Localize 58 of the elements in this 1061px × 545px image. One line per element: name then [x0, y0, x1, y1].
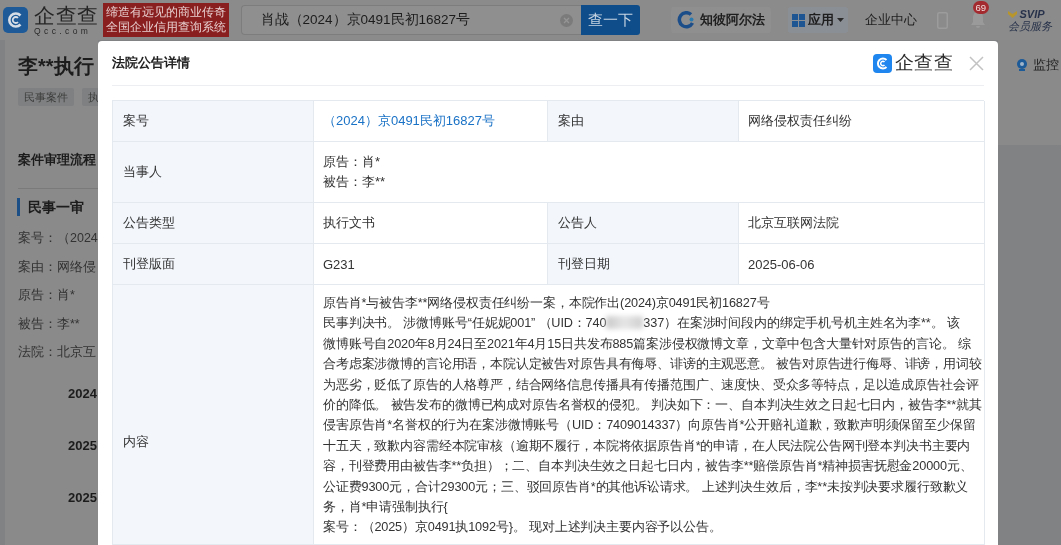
notification-badge: 69: [972, 1, 990, 14]
field-label: 内容: [113, 285, 314, 545]
c-logo-icon: [676, 11, 695, 29]
party-text: 被告：李**: [323, 173, 386, 191]
webcam-icon: [1017, 59, 1027, 71]
logo-icon: [3, 5, 28, 35]
logo-domain: Qcc.com: [34, 27, 93, 36]
info-value: 肖*: [57, 287, 75, 304]
field-label: 案号: [113, 101, 314, 142]
field-label: 刊登版面: [113, 244, 314, 285]
case-tag[interactable]: 执: [82, 88, 98, 106]
grid-icon: [791, 13, 805, 27]
field-label: 公告人: [548, 203, 739, 244]
section-title: 案件审理流程: [18, 151, 96, 169]
field-value: 北京互联网法院: [748, 214, 839, 232]
info-label: 被告：: [18, 315, 57, 333]
field-label: 案由: [548, 101, 739, 142]
logo-icon: [872, 53, 892, 73]
dialog-title: 法院公告详情: [112, 54, 191, 72]
slogan-banner: 缔造有远见的商业传奇 全国企业信用查询系统: [102, 3, 229, 37]
party-text: 原告：肖*: [323, 153, 381, 171]
clear-icon[interactable]: [559, 13, 573, 27]
enterprise-center-link[interactable]: 企业中心: [864, 11, 917, 29]
app-menu-button[interactable]: 应用: [787, 7, 848, 33]
vip-button[interactable]: SVIP 会员服务: [1007, 8, 1052, 32]
field-value: 2025-06-06: [748, 256, 815, 272]
info-value: 北京互: [57, 344, 96, 361]
case-title: 李**执行: [18, 54, 94, 79]
timeline-year: 2024: [68, 384, 97, 403]
field-label: 公告类型: [113, 203, 314, 244]
logo-wordmark: 企查查: [34, 4, 99, 27]
info-label: 案号：: [18, 230, 57, 247]
info-value: （2024: [57, 230, 98, 247]
bell-icon[interactable]: [969, 11, 986, 29]
stage-title: 民事一审: [17, 198, 84, 216]
field-label: 当事人: [113, 142, 314, 203]
info-label: 案由：: [18, 258, 57, 276]
tool-button[interactable]: 知彼阿尔法: [670, 7, 771, 33]
close-icon[interactable]: [969, 55, 984, 71]
info-value: 网络侵: [57, 258, 96, 276]
search-field[interactable]: 肖战（2024）京0491民初16827号: [240, 5, 581, 35]
info-label: 法院：: [18, 344, 57, 361]
field-value: 网络侵权责任纠纷: [748, 112, 852, 130]
case-number-link[interactable]: （2024）京0491民初16827号: [323, 112, 495, 130]
announcement-text: 原告肖*与被告李**网络侵权责任纠纷一案，本院作出(2024)京0491民初16827号 民事判决书。 涉微博账号“任妮妮001” （UID：740 337）在案涉时间段内的绑定手机号机主姓名为李**。 该 微博账号自2020年8月24日至2021年4月15日共发布885篇案涉侵权微博文章，文章中包含大量针对原告的言论。 综 合考虑案涉微博的言论用语，本院认定被告对原告具有侮辱、诽谤的主观恶意。 被告对原告进行侮辱、诽谤，用词较 为恶劣，贬低了原告的人格尊严，结合网络信息传播具有传播范围广、速度快、受众多等特点，足以造成原告社会评 价的降低。 被告发布的微博已构成对原告名誉权的侵犯。 判决如下：一、自本判决生效之日起七日内，被告李**就其 侵害原告肖*名誉权的行为在案涉微博账号（UID：7409014337）向原告肖*公开赔礼道歉，致歉声明须保留至少保留 十五天，致歉内容需经本院审核（逾期不履行，本院将依据原告肖*的申请，在人民法院公告网刊登本判决书主要内 容，刊登费用由被告李**负担）；二、自本判决生效之日起七日内，被告李**赔偿原告肖*精神损害抚慰金20000元、 公证费9300元，合计29300元；三、驳回原告肖*的其他诉讼请求。 上述判决生效后，李**未按判决要求履行致歉义 务，肖*申请强制执行{ 案号：（2025）京0491执1092号}。 现对上述判决主要内容予以公告。: [314, 285, 985, 545]
field-label: 刊登日期: [548, 244, 739, 285]
case-tag[interactable]: 民事案件: [18, 88, 74, 106]
monitor-button[interactable]: 监控: [1017, 57, 1061, 73]
brand-name: 企查查: [894, 52, 953, 74]
field-value: 执行文书: [323, 214, 375, 232]
chevron-icon: [1007, 10, 1017, 18]
caret-icon: [836, 18, 844, 22]
timeline-year: 2025: [68, 436, 97, 455]
info-label: 原告：: [18, 287, 57, 304]
info-value: 李**: [57, 315, 80, 333]
field-value: G231: [323, 256, 355, 272]
timeline-year: 2025: [68, 488, 97, 507]
search-button[interactable]: 查一下: [580, 5, 640, 35]
